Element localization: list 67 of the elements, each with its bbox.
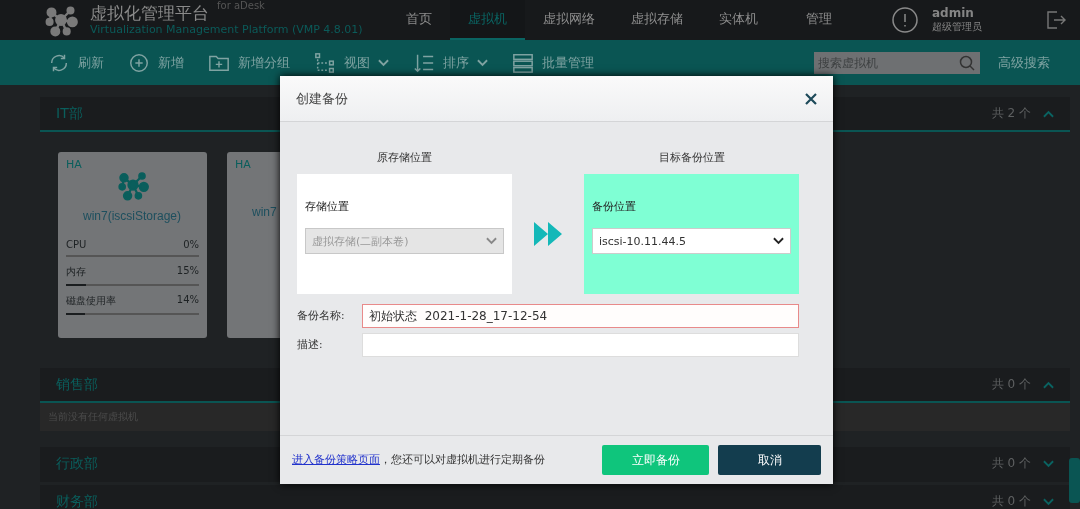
nav-tab[interactable]: 虚拟网络 [525, 0, 613, 40]
nav-tab[interactable]: 管理 [776, 0, 850, 40]
nav-tab[interactable]: 首页 [388, 0, 450, 40]
nav-tab[interactable]: 实体机 [701, 0, 776, 40]
user-name: admin [932, 6, 975, 20]
list-icon [512, 51, 534, 74]
dropdown-icon[interactable] [477, 58, 488, 67]
stat-value: 0% [183, 239, 199, 250]
advanced-search-link[interactable]: 高级搜索 [998, 53, 1050, 72]
vm-name: win7(iscsiStorage) [83, 209, 182, 223]
panel-heading: 目标备份位置 [658, 150, 725, 165]
group-count: 共 0 个 [991, 455, 1031, 472]
stat-value: 15% [176, 265, 199, 278]
backup-now-button[interactable]: 立即备份 [602, 445, 709, 475]
panel-heading: 原存储位置 [377, 150, 432, 165]
cancel-button[interactable]: 取消 [718, 445, 821, 475]
collapse-icon[interactable] [1043, 109, 1054, 118]
expand-icon[interactable] [1043, 459, 1054, 468]
stat-label: 内存 [66, 265, 86, 279]
toolbar-button[interactable]: 刷新 [78, 53, 104, 72]
toolbar-button[interactable]: 新增 [158, 53, 184, 72]
dialog-title: 创建备份 [296, 89, 348, 108]
dropdown-icon[interactable] [378, 58, 389, 67]
group-name: 行政部 [56, 454, 98, 473]
edition-label: for aDesk [217, 0, 265, 11]
dropdown-icon [486, 237, 497, 245]
toolbar-button[interactable]: 视图 [344, 53, 370, 72]
view-icon [314, 51, 336, 74]
close-icon[interactable] [805, 92, 817, 105]
footer-note: 进入备份策略页面，您还可以对虚拟机进行定期备份 [292, 453, 545, 467]
user-role: 超级管理员 [932, 20, 982, 34]
field-label: 描述: [297, 338, 324, 352]
vm-name: win7 [252, 205, 277, 219]
forward-icon [532, 220, 564, 248]
group-name: IT部 [56, 104, 83, 123]
toolbar-button[interactable]: 新增分组 [238, 53, 290, 72]
logout-icon[interactable] [1046, 10, 1066, 30]
group-name: 销售部 [56, 375, 98, 394]
app-subtitle: Virtualization Management Platform (VMP 4.8.01) [90, 23, 363, 37]
search-icon[interactable] [959, 54, 975, 71]
toolbar-button[interactable]: 批量管理 [542, 53, 594, 72]
ha-label: HA [235, 158, 252, 171]
dropdown-icon [773, 237, 784, 245]
alert-icon[interactable] [892, 7, 918, 33]
description-field[interactable] [362, 333, 799, 357]
app-title: 虚拟化管理平台 [90, 3, 209, 23]
add-icon [128, 51, 150, 74]
backup-policy-link[interactable]: 进入备份策略页面 [292, 453, 380, 465]
toolbar-button[interactable]: 排序 [443, 53, 469, 72]
ha-label: HA [66, 158, 83, 171]
field-label: 备份位置 [592, 200, 637, 214]
group-count: 共 0 个 [991, 376, 1031, 393]
group-name: 财务部 [56, 492, 98, 509]
group-count: 共 2 个 [991, 105, 1031, 122]
field-label: 存储位置 [305, 200, 350, 214]
group-count: 共 0 个 [991, 493, 1031, 509]
scrollbar-thumb[interactable] [1069, 458, 1080, 503]
backup-name-field[interactable]: 初始状态 2021-1-28_17-12-54 [362, 304, 799, 328]
target-select[interactable]: iscsi-10.11.44.5 [592, 228, 791, 254]
stat-label: 磁盘使用率 [66, 294, 116, 308]
collapse-icon[interactable] [1043, 380, 1054, 389]
vm-card[interactable]: HA win7(iscsiStorage) CPU 0% 内存 15% 磁盘使用率 14% [58, 152, 207, 338]
stat-value: 14% [176, 294, 199, 307]
field-label: 备份名称: [297, 309, 346, 323]
nav-tab[interactable]: 虚拟存储 [613, 0, 701, 40]
expand-icon[interactable] [1043, 497, 1054, 506]
stat-label: CPU [66, 239, 87, 250]
